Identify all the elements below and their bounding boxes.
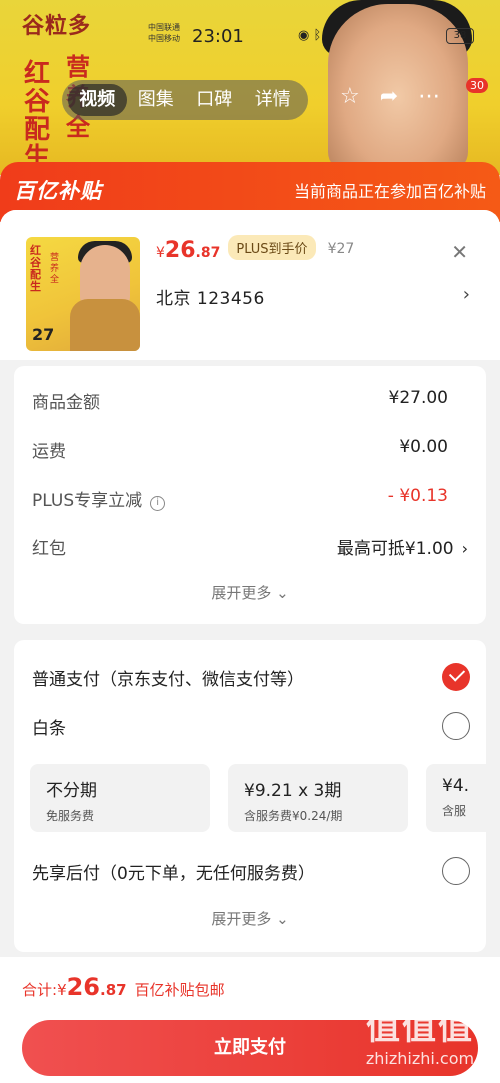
installment-3[interactable]: ¥9.21 x 3期 含服务费¥0.24/期 bbox=[228, 764, 408, 832]
thumb-text-2: 营养全 bbox=[50, 253, 60, 285]
fee-value: ¥27.00 bbox=[388, 388, 448, 408]
plus-price-tag: PLUS到手价 bbox=[228, 235, 316, 260]
radio-icon[interactable] bbox=[442, 712, 470, 740]
payment-option-label: 普通支付（京东支付、微信支付等） bbox=[32, 669, 304, 690]
fee-value: ¥0.00 bbox=[399, 437, 448, 457]
original-price: ¥27 bbox=[327, 241, 355, 257]
subsidy-note: 当前商品正在参加百亿补贴 bbox=[293, 182, 486, 201]
chevron-right-icon[interactable]: › bbox=[462, 539, 468, 558]
more-icon[interactable]: ⋯ bbox=[418, 84, 440, 109]
price-integer: 26 bbox=[164, 238, 196, 263]
chevron-right-icon[interactable]: › bbox=[463, 284, 470, 305]
installment-6[interactable]: ¥4. 含服 bbox=[426, 764, 486, 832]
price-currency: ¥ bbox=[156, 245, 165, 261]
installment-sub: 含服 bbox=[442, 804, 467, 818]
fee-label-wrap: PLUS专享立减 i bbox=[32, 486, 166, 511]
media-tabs: 视频 图集 口碑 详情 bbox=[62, 80, 308, 120]
thumb-face bbox=[80, 245, 130, 307]
chevron-down-icon: ⌄ bbox=[271, 584, 289, 602]
total-currency: ¥ bbox=[57, 981, 67, 999]
installment-title: ¥9.21 x 3期 bbox=[244, 781, 342, 801]
total-label: 合计: bbox=[22, 981, 58, 999]
fee-breakdown: 商品金额 ¥27.00 运费 ¥0.00 PLUS专享立减 i - ¥0.13 红… bbox=[14, 366, 486, 624]
price-decimal: .87 bbox=[195, 245, 221, 261]
battery-icon: 38 bbox=[446, 28, 474, 44]
status-icons: ◉ ᛒ bbox=[298, 28, 321, 43]
share-icon[interactable]: ➦ bbox=[380, 84, 398, 109]
expand-more-fees[interactable]: 展开更多 ⌄ bbox=[14, 582, 486, 603]
eye-icon: ◉ bbox=[298, 28, 310, 43]
price-row: ¥ 26 .87 PLUS到手价 ¥27 bbox=[156, 235, 355, 264]
subsidy-logo: 百亿补贴 bbox=[14, 179, 102, 203]
watermark: 值值值 zhizhizhi.com bbox=[350, 1000, 490, 1068]
bluetooth-icon: ᛒ bbox=[313, 28, 322, 43]
fee-row-plus-discount: PLUS专享立减 i - ¥0.13 bbox=[32, 486, 448, 511]
thumb-text: 红谷配生 bbox=[30, 244, 41, 293]
fee-value: - ¥0.13 bbox=[387, 486, 448, 506]
tab-gallery[interactable]: 图集 bbox=[127, 84, 186, 116]
product-thumbnail: 红谷配生 营养全 27 bbox=[26, 237, 140, 351]
message-badge: 30 bbox=[466, 78, 488, 93]
tab-video[interactable]: 视频 bbox=[68, 84, 127, 116]
total-line: 合计: ¥ 26 .87 百亿补贴包邮 bbox=[22, 973, 225, 1001]
expand-more-payment[interactable]: 展开更多 ⌄ bbox=[14, 908, 486, 929]
total-decimal: .87 bbox=[100, 981, 127, 999]
delivery-address[interactable]: 北京 123456 bbox=[156, 284, 265, 309]
total-integer: 26 bbox=[66, 973, 101, 1001]
payment-option-baitiao[interactable]: 白条 bbox=[32, 711, 470, 741]
expand-more-label: 展开更多 bbox=[211, 584, 272, 602]
chevron-down-icon: ⌄ bbox=[271, 910, 289, 928]
shipping-note: 百亿补贴包邮 bbox=[134, 981, 225, 999]
fee-value: 最高可抵¥1.00 bbox=[336, 539, 454, 559]
info-icon[interactable]: i bbox=[150, 496, 166, 511]
status-time: 23:01 bbox=[192, 26, 244, 47]
payment-option-pay-later[interactable]: 先享后付（0元下单，无任何服务费） bbox=[32, 856, 470, 886]
thumb-price: 27 bbox=[32, 325, 55, 344]
installment-sub: 免服务费 bbox=[46, 809, 95, 823]
watermark-url: zhizhizhi.com bbox=[365, 1049, 475, 1068]
star-icon[interactable]: ☆ bbox=[340, 84, 360, 109]
product-summary: 红谷配生 营养全 27 ¥ 26 .87 PLUS到手价 ¥27 ✕ 北京 12… bbox=[0, 210, 500, 360]
carrier-2: 中国移动 bbox=[148, 34, 180, 43]
fee-row-shipping: 运费 ¥0.00 bbox=[32, 437, 448, 462]
payment-option-normal[interactable]: 普通支付（京东支付、微信支付等） bbox=[32, 662, 470, 692]
payment-option-label: 先享后付（0元下单，无任何服务费） bbox=[32, 863, 315, 884]
close-icon[interactable]: ✕ bbox=[451, 240, 468, 264]
installment-title: ¥4. bbox=[442, 776, 470, 796]
fee-row-red-packet[interactable]: 红包 最高可抵¥1.00 › bbox=[32, 534, 468, 559]
installment-sub: 含服务费¥0.24/期 bbox=[244, 809, 343, 823]
brand-logo: 谷粒多 bbox=[22, 14, 92, 39]
fee-label: 商品金额 bbox=[32, 393, 100, 413]
fee-value-wrap: 最高可抵¥1.00 › bbox=[336, 534, 468, 559]
watermark-logo: 值值值 bbox=[366, 1008, 474, 1048]
installment-title: 不分期 bbox=[46, 781, 97, 801]
payment-methods: 普通支付（京东支付、微信支付等） 白条 不分期 免服务费 ¥9.21 x 3期 … bbox=[14, 640, 486, 952]
installment-options: 不分期 免服务费 ¥9.21 x 3期 含服务费¥0.24/期 ¥4. 含服 bbox=[30, 764, 486, 834]
nav-actions: ☆ ➦ ⋯ bbox=[340, 84, 440, 109]
tab-details[interactable]: 详情 bbox=[244, 84, 303, 116]
radio-icon[interactable] bbox=[442, 857, 470, 885]
payment-option-label: 白条 bbox=[32, 718, 66, 739]
fee-label: 运费 bbox=[32, 442, 66, 462]
carrier-1: 中国联通 bbox=[148, 23, 180, 32]
checkout-sheet: 红谷配生 营养全 27 ¥ 26 .87 PLUS到手价 ¥27 ✕ 北京 12… bbox=[0, 210, 500, 1083]
tab-reviews[interactable]: 口碑 bbox=[185, 84, 244, 116]
poster-text: 红谷配生 bbox=[24, 59, 51, 173]
expand-more-label: 展开更多 bbox=[211, 910, 272, 928]
thumb-suit bbox=[70, 299, 140, 351]
fee-label: 红包 bbox=[32, 539, 66, 559]
fee-row-goods: 商品金额 ¥27.00 bbox=[32, 388, 448, 413]
fee-label: PLUS专享立减 bbox=[32, 491, 143, 511]
carrier-info: 中国联通 中国移动 bbox=[148, 22, 180, 44]
product-page-background: 谷粒多 中国联通 中国移动 23:01 ◉ ᛒ 38 红谷配生 营养全 视频 图… bbox=[0, 0, 500, 175]
installment-none[interactable]: 不分期 免服务费 bbox=[30, 764, 210, 832]
radio-selected-icon[interactable] bbox=[442, 663, 470, 691]
